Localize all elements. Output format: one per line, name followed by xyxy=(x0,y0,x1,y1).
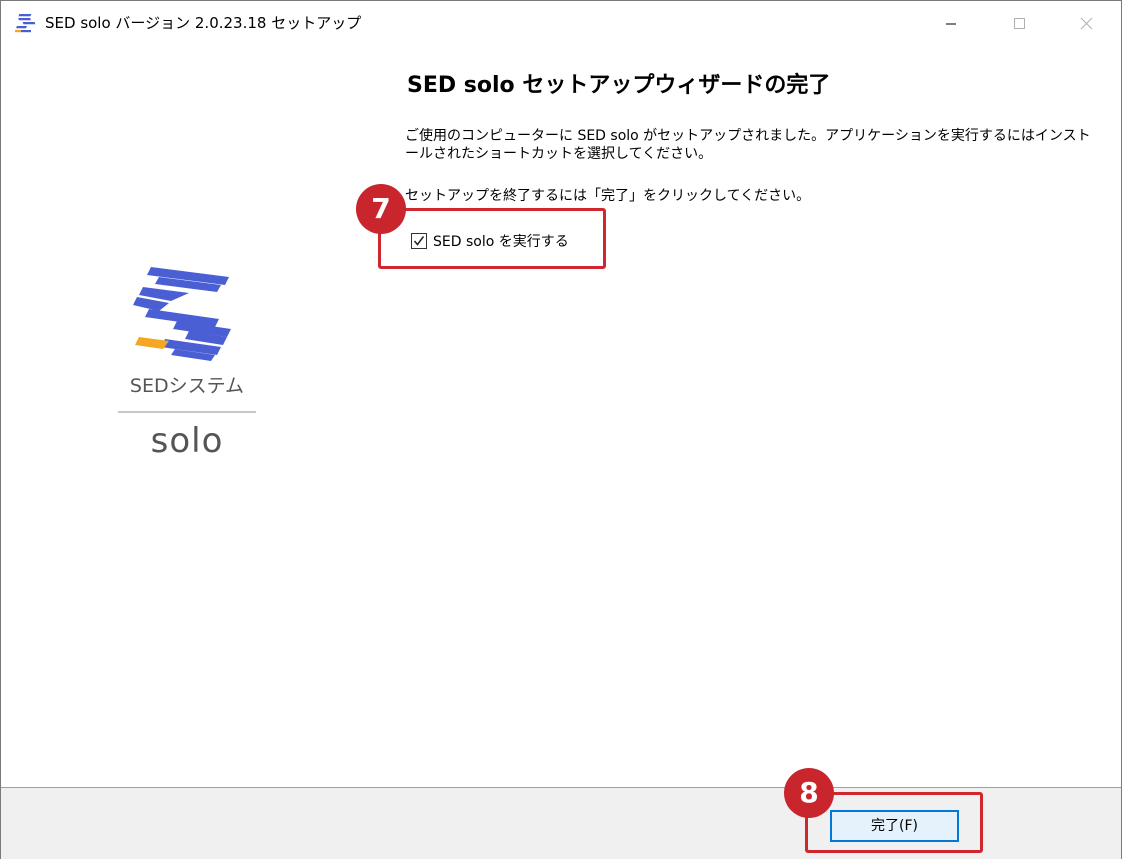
step-7-highlight xyxy=(378,208,606,269)
setup-window: SED solo バージョン 2.0.23.18 セットアップ SEDシステム … xyxy=(0,0,1122,859)
maximize-button[interactable] xyxy=(985,1,1053,47)
finish-instruction: セットアップを終了するには「完了」をクリックしてください。 xyxy=(405,188,811,204)
sed-app-icon xyxy=(15,14,36,33)
window-title: SED solo バージョン 2.0.23.18 セットアップ xyxy=(45,14,362,32)
close-button[interactable] xyxy=(1053,1,1121,47)
minimize-button[interactable] xyxy=(917,1,985,47)
completion-description: ご使用のコンピューターに SED solo がセットアップされました。アプリケー… xyxy=(405,128,1091,162)
title-bar[interactable]: SED solo バージョン 2.0.23.18 セットアップ xyxy=(1,1,1121,47)
minimize-icon xyxy=(946,23,956,25)
logo-divider xyxy=(118,411,256,413)
maximize-icon xyxy=(1014,18,1025,29)
step-7-badge: 7 xyxy=(356,184,406,234)
step-8-badge: 8 xyxy=(784,768,834,818)
close-icon xyxy=(1080,17,1093,30)
company-name: SEDシステム xyxy=(129,375,245,397)
product-name: solo xyxy=(150,421,224,461)
sed-logo-icon xyxy=(133,267,231,361)
page-title: SED solo セットアップウィザードの完了 xyxy=(407,73,831,98)
